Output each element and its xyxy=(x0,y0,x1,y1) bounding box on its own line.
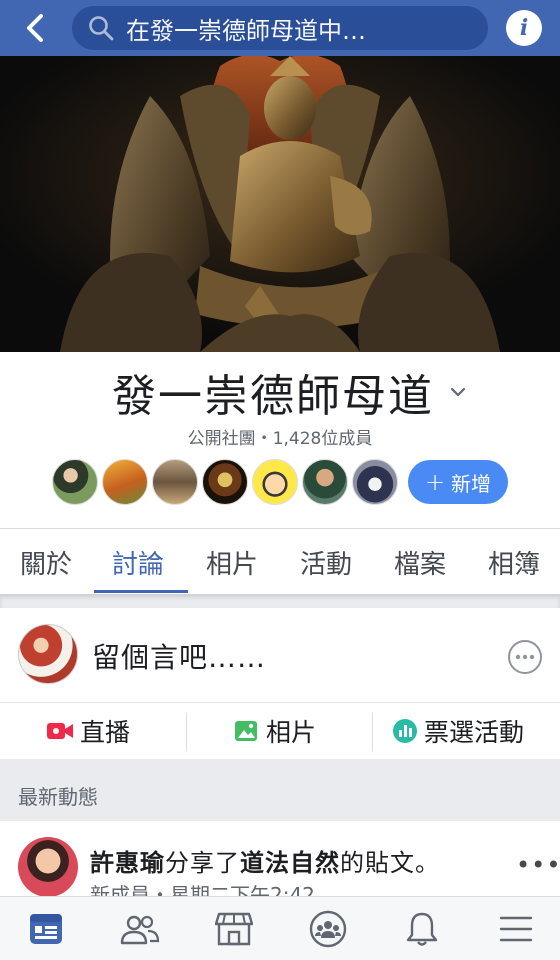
member-avatar[interactable] xyxy=(352,459,398,505)
nav-news-feed[interactable] xyxy=(24,907,68,951)
friends-icon xyxy=(120,915,160,945)
post-suffix: 的貼文。 xyxy=(340,849,440,877)
notifications-icon xyxy=(406,912,438,946)
groups-icon xyxy=(309,910,347,948)
tab-files[interactable]: 檔案 xyxy=(394,530,446,594)
tab-label: 相片 xyxy=(206,549,259,580)
member-avatars[interactable] xyxy=(52,458,402,506)
info-button[interactable]: i xyxy=(506,10,542,46)
member-avatar[interactable] xyxy=(302,459,348,505)
nav-friends[interactable] xyxy=(118,907,162,951)
news-feed-icon xyxy=(30,914,62,944)
post-title: 許惠瑜分享了道法自然的貼文。 xyxy=(90,843,440,878)
live-label: 直播 xyxy=(80,718,131,747)
nav-menu[interactable] xyxy=(494,907,538,951)
app-screen: 在發一崇德師母道中… i 發一崇德師母道 公開社團・1,428位成員 + 新增 … xyxy=(0,0,560,960)
feed-post[interactable]: 許惠瑜分享了道法自然的貼文。 新成員・星期二下午2:42 ••• xyxy=(0,821,560,896)
group-name: 發一崇德師母道 xyxy=(112,371,434,422)
tab-label: 檔案 xyxy=(394,549,447,580)
post-composer[interactable]: 留個言吧…… xyxy=(0,608,560,702)
group-tabs: 關於 討論 相片 活動 檔案 相簿 xyxy=(0,530,560,594)
live-button[interactable]: 直播 xyxy=(46,703,130,759)
tab-label: 討論 xyxy=(112,549,165,580)
plus-icon: + xyxy=(424,468,446,496)
nav-marketplace[interactable] xyxy=(212,907,256,951)
section-title: 最新動態 xyxy=(18,785,98,809)
poll-button[interactable]: 票選活動 xyxy=(392,703,524,759)
section-gap xyxy=(0,594,560,608)
search-field[interactable]: 在發一崇德師母道中… xyxy=(72,6,488,50)
live-video-icon xyxy=(47,723,73,739)
divider xyxy=(186,713,187,751)
back-arrow-icon xyxy=(27,14,43,42)
latest-activity-header: 最新動態 xyxy=(0,759,560,821)
photo-icon xyxy=(235,721,257,741)
more-options-button[interactable] xyxy=(508,640,542,674)
tab-photos[interactable]: 相片 xyxy=(206,530,258,594)
group-name-row[interactable]: 發一崇德師母道 xyxy=(112,364,468,422)
nav-notifications[interactable] xyxy=(400,907,444,951)
photo-button[interactable]: 相片 xyxy=(234,703,316,759)
post-menu-button[interactable]: ••• xyxy=(516,851,560,879)
post-author[interactable]: 許惠瑜 xyxy=(90,849,165,877)
info-icon: i xyxy=(519,15,529,41)
tab-events[interactable]: 活動 xyxy=(300,530,352,594)
member-avatar[interactable] xyxy=(102,459,148,505)
tab-albums[interactable]: 相簿 xyxy=(488,530,540,594)
member-avatar[interactable] xyxy=(252,459,298,505)
photo-label: 相片 xyxy=(266,718,317,747)
search-icon xyxy=(89,16,114,41)
add-member-label: 新增 xyxy=(451,471,492,496)
member-avatar[interactable] xyxy=(152,459,198,505)
divider xyxy=(0,528,560,529)
tab-label: 活動 xyxy=(300,549,353,580)
group-meta: 公開社團・1,428位成員 xyxy=(187,429,373,449)
search-placeholder: 在發一崇德師母道中… xyxy=(126,16,366,45)
post-action: 分享了 xyxy=(165,849,240,877)
top-bar: 在發一崇德師母道中… i xyxy=(0,0,560,56)
active-tab-indicator xyxy=(94,590,188,593)
cover-photo[interactable] xyxy=(0,56,560,352)
post-subtitle: 新成員・星期二下午2:42 xyxy=(90,883,315,896)
poll-icon xyxy=(393,719,417,743)
tab-discussion[interactable]: 討論 xyxy=(112,530,164,594)
avatar[interactable] xyxy=(18,624,78,684)
member-avatar[interactable] xyxy=(52,459,98,505)
composer-placeholder[interactable]: 留個言吧…… xyxy=(92,636,266,676)
bottom-nav xyxy=(0,896,560,960)
tab-label: 關於 xyxy=(20,549,73,580)
buddha-statue-image xyxy=(0,56,560,352)
avatar[interactable] xyxy=(18,837,78,896)
composer-actions: 直播 相片 票選活動 xyxy=(0,703,560,759)
add-member-button[interactable]: + 新增 xyxy=(408,460,508,504)
tab-about[interactable]: 關於 xyxy=(20,530,72,594)
more-icon xyxy=(515,654,535,660)
nav-groups[interactable] xyxy=(306,907,350,951)
tab-label: 相簿 xyxy=(488,549,541,580)
menu-icon xyxy=(499,916,533,942)
poll-label: 票選活動 xyxy=(424,718,525,747)
member-avatar[interactable] xyxy=(202,459,248,505)
divider xyxy=(372,713,373,751)
marketplace-icon xyxy=(215,912,253,946)
chevron-down-icon xyxy=(450,387,466,397)
post-source[interactable]: 道法自然 xyxy=(240,849,340,877)
back-button[interactable] xyxy=(0,0,70,56)
